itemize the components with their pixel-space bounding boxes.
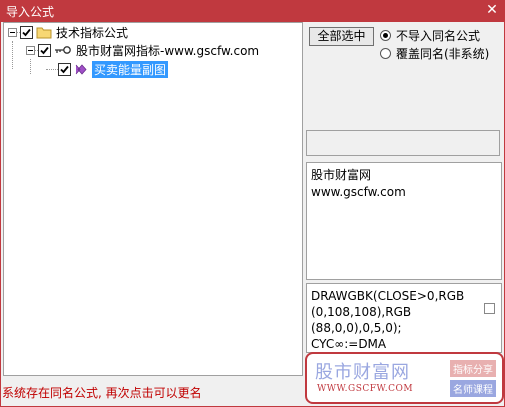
code-line: DRAWGBK(CLOSE>0,RGB xyxy=(311,289,465,303)
close-icon[interactable]: ✕ xyxy=(483,1,501,19)
child-checkbox[interactable] xyxy=(38,43,51,57)
title-bar: 导入公式 ✕ xyxy=(0,0,505,22)
window-title: 导入公式 xyxy=(6,5,55,19)
watermark-url: WWW.GSCFW.COM xyxy=(317,384,414,394)
description-line: www.gscfw.com xyxy=(311,185,406,199)
watermark-name: 股市财富网 xyxy=(315,362,410,383)
watermark-tag: 名师课程 xyxy=(450,380,496,397)
radio-indicator[interactable] xyxy=(380,30,391,41)
radio-indicator[interactable] xyxy=(380,48,391,59)
select-all-button[interactable]: 全部选中 xyxy=(309,27,374,46)
tree-connector xyxy=(46,69,58,70)
code-line: (0,108,108),RGB xyxy=(311,305,412,319)
radio-overwrite-duplicates[interactable]: 覆盖同名(非系统) xyxy=(380,45,489,62)
tree-node-label: 技术指标公式 xyxy=(56,25,129,40)
status-message: 系统存在同名公式, 再次点击可以更名 xyxy=(2,386,202,400)
folder-icon xyxy=(36,27,52,38)
code-line: CYC∞:=DMA xyxy=(311,337,387,351)
tree-connector xyxy=(12,41,13,69)
tree-node-label: 股市财富网指标-www.gscfw.com xyxy=(76,43,260,58)
collapse-icon[interactable] xyxy=(26,45,35,55)
info-bar xyxy=(306,130,500,156)
collapse-icon[interactable] xyxy=(8,27,17,37)
tree-node-child[interactable]: 股市财富网指标-www.gscfw.com xyxy=(26,41,259,59)
tree-node-leaf[interactable]: 买卖能量副图 xyxy=(58,60,169,78)
description-line: 股市财富网 xyxy=(311,168,372,182)
tree-node-label: 买卖能量副图 xyxy=(92,60,169,78)
key-icon xyxy=(55,46,71,54)
formula-gem-icon xyxy=(75,63,87,75)
root-checkbox[interactable] xyxy=(20,25,33,39)
code-option-checkbox[interactable] xyxy=(484,303,495,314)
tree-node-root[interactable]: 技术指标公式 xyxy=(8,23,128,41)
formula-tree[interactable]: 技术指标公式 股市财富网指标-www.gscfw.com 买卖能量副图 xyxy=(3,22,303,376)
radio-label: 不导入同名公式 xyxy=(396,29,481,43)
radio-skip-duplicates[interactable]: 不导入同名公式 xyxy=(380,27,480,44)
description-panel: 股市财富网 www.gscfw.com xyxy=(306,162,502,280)
watermark-tag: 指标分享 xyxy=(450,360,496,377)
code-line: (88,0,0),0,5,0); xyxy=(311,321,402,335)
watermark-logo: 股市财富网 WWW.GSCFW.COM 指标分享 名师课程 xyxy=(305,352,504,404)
formula-code-panel[interactable]: DRAWGBK(CLOSE>0,RGB (0,108,108),RGB (88,… xyxy=(306,283,502,353)
radio-label: 覆盖同名(非系统) xyxy=(396,47,490,61)
tree-connector xyxy=(30,59,31,74)
leaf-checkbox[interactable] xyxy=(58,62,71,76)
